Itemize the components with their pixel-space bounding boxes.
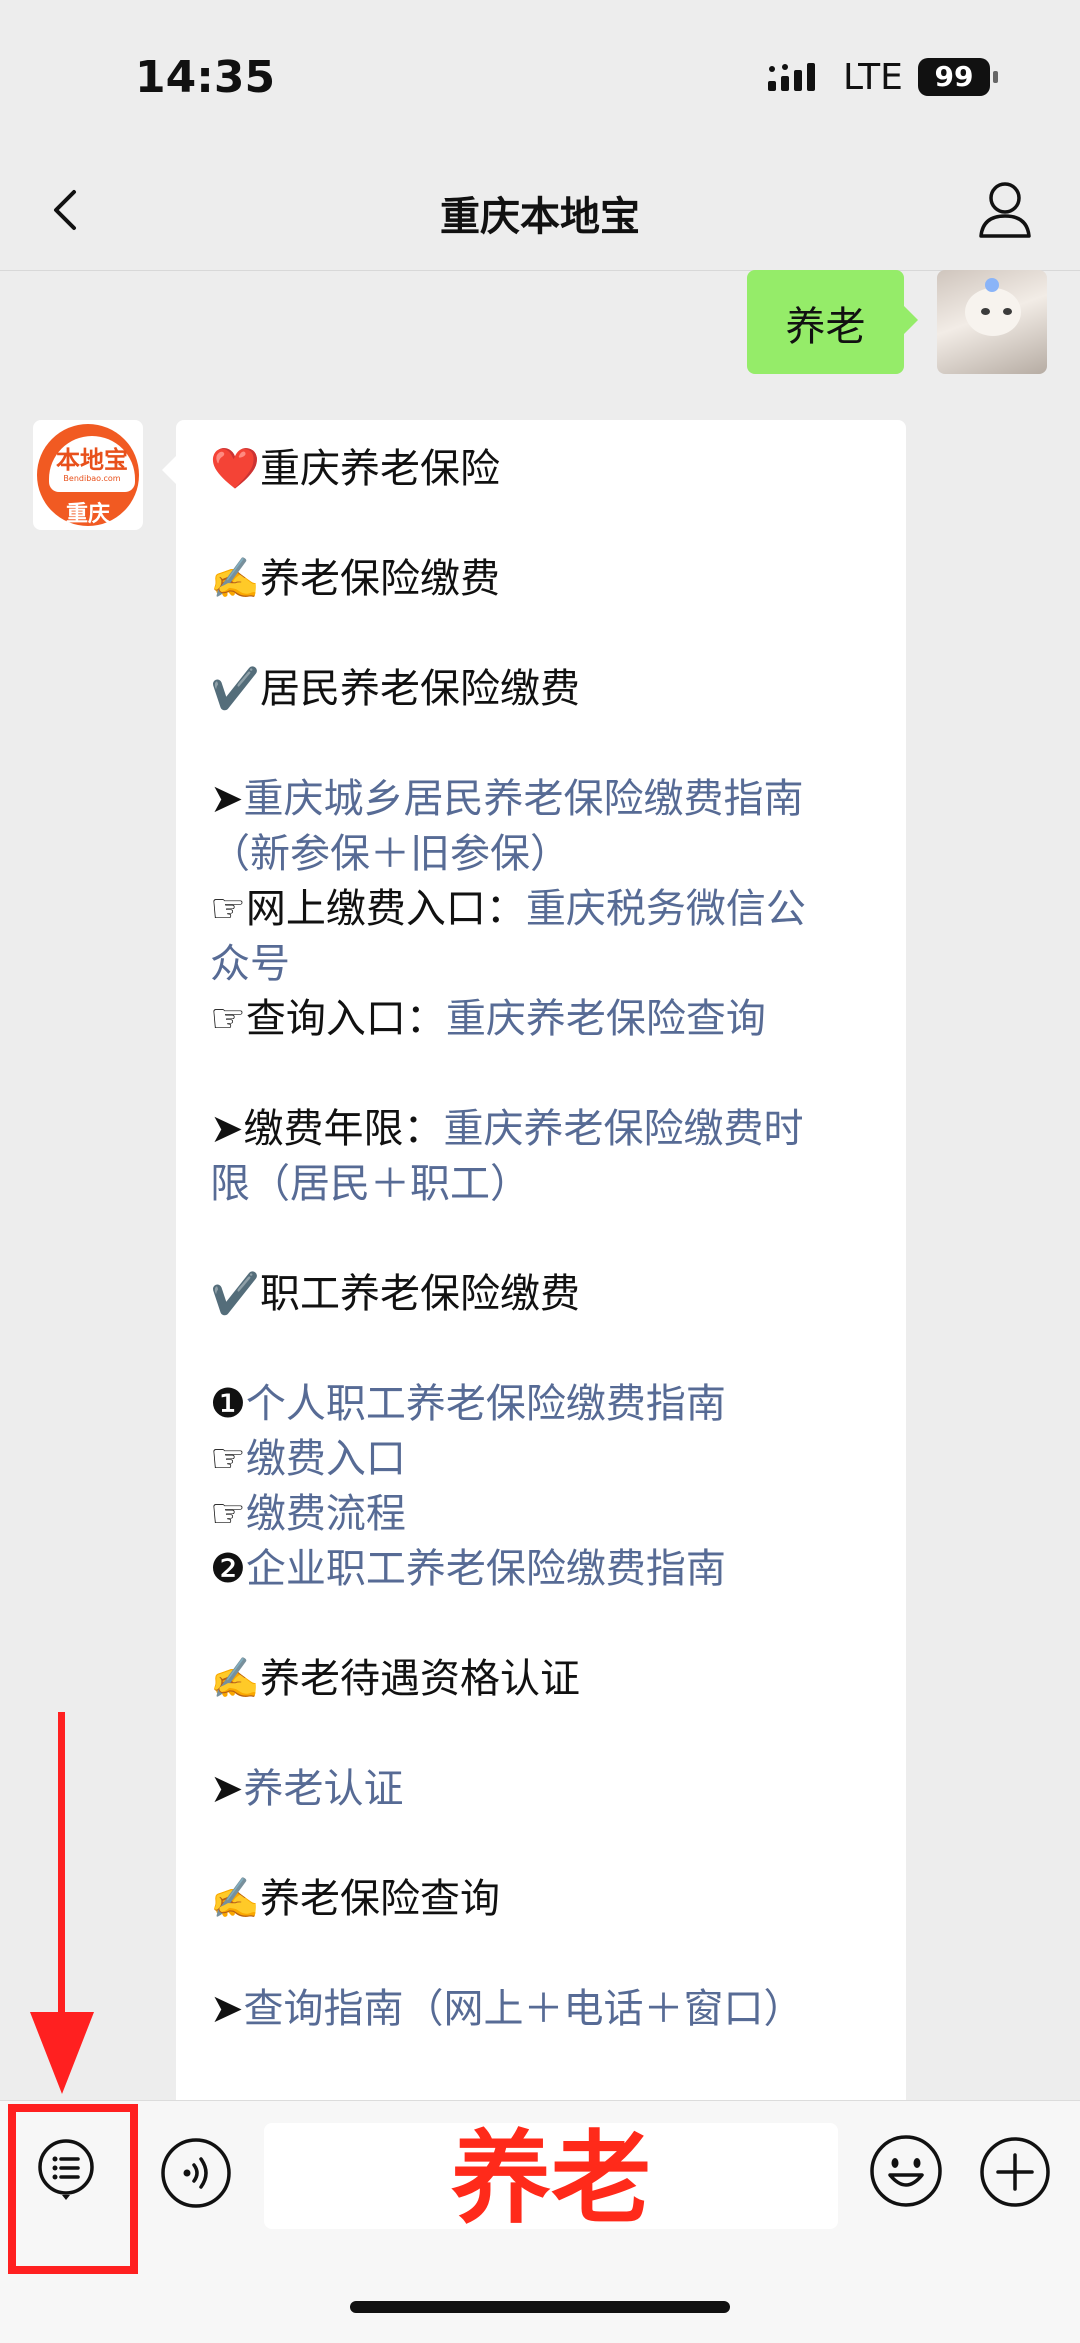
battery-level: 99 <box>918 58 990 96</box>
list-item: （新参保＋旧参保） <box>210 827 880 882</box>
arrow-bullet-icon: ➤ <box>210 1986 244 2032</box>
logo-brand: 本地宝 <box>56 446 128 474</box>
check-mark-icon: ✔️ <box>210 666 260 712</box>
outgoing-message-text: 养老 <box>785 304 866 350</box>
signal-icon <box>768 63 815 91</box>
chat-title: 重庆本地宝 <box>440 194 640 240</box>
smiley-icon[interactable] <box>868 2133 944 2209</box>
list-item: ❷企业职工养老保险缴费指南 <box>210 1542 880 1597</box>
writing-hand-icon: ✍️ <box>210 1876 260 1922</box>
link-enterprise-guide[interactable]: 企业职工养老保险缴费指南 <box>246 1546 726 1592</box>
logo-domain: Bendibao.com <box>63 474 121 483</box>
link-tax-wechat[interactable]: 重庆税务微信公 <box>526 886 806 932</box>
incoming-message[interactable]: ❤️重庆养老保险 ✍️养老保险缴费 ✔️居民养老保险缴费 ➤重庆城乡居民养老保险… <box>162 420 906 2120</box>
heart-icon: ❤️ <box>210 446 260 492</box>
avatar-eye <box>981 308 990 315</box>
pointing-hand-icon: ☞ <box>210 1436 246 1482</box>
writing-hand-icon: ✍️ <box>210 1656 260 1702</box>
link-resident-guide-cont[interactable]: （新参保＋旧参保） <box>210 831 570 877</box>
plus-icon[interactable] <box>978 2135 1052 2209</box>
input-text: 养老 <box>451 2120 651 2237</box>
avatar-eye <box>1003 308 1012 315</box>
pointing-hand-icon: ☞ <box>210 1491 246 1537</box>
link-pension-query[interactable]: 重庆养老保险查询 <box>446 996 766 1042</box>
list-item: ❶个人职工养老保险缴费指南 <box>210 1377 880 1432</box>
pointing-hand-icon: ☞ <box>210 996 246 1042</box>
section-certification: ✍️养老待遇资格认证 <box>210 1652 880 1707</box>
logo-city: 重庆 <box>65 502 110 527</box>
person-icon[interactable] <box>975 178 1035 242</box>
logo-ring: 本地宝 Bendibao.com 重庆 <box>37 424 139 527</box>
link-query-guide[interactable]: 查询指南（网上＋电话＋窗口） <box>244 1986 804 2032</box>
list-item: 众号 <box>210 937 880 992</box>
voice-icon[interactable] <box>160 2137 232 2209</box>
composer-bar: 养老 <box>0 2100 1080 2343</box>
link-tax-wechat-cont[interactable]: 众号 <box>210 941 290 987</box>
list-item: ➤缴费年限：重庆养老保险缴费时 <box>210 1106 804 1152</box>
line-heading: ❤️重庆养老保险 <box>210 442 880 497</box>
official-account-avatar[interactable]: 本地宝 Bendibao.com 重庆 <box>33 420 143 530</box>
section-payment: ✍️养老保险缴费 <box>210 552 880 607</box>
number-one-icon: ❶ <box>210 1381 246 1427</box>
subsection-resident: ✔️居民养老保险缴费 <box>210 662 880 717</box>
arrow-bullet-icon: ➤ <box>210 776 244 822</box>
annotation-arrow-icon <box>30 2012 94 2094</box>
list-item: ➤查询指南（网上＋电话＋窗口） <box>210 1982 880 2037</box>
section-query: ✍️养老保险查询 <box>210 1872 880 1927</box>
link-payment-entry[interactable]: 缴费入口 <box>246 1436 406 1482</box>
link-certification[interactable]: 养老认证 <box>244 1766 404 1812</box>
home-indicator <box>350 2301 730 2313</box>
battery-tip <box>993 71 998 83</box>
arrow-bullet-icon: ➤ <box>210 1106 244 1152</box>
message-input[interactable]: 养老 <box>264 2123 838 2229</box>
link-payment-period[interactable]: 重庆养老保险缴费时 <box>444 1106 804 1152</box>
annotation-highlight-box <box>8 2104 138 2274</box>
list-item: ☞缴费入口 <box>210 1432 880 1487</box>
status-time: 14:35 <box>135 52 276 103</box>
number-two-icon: ❷ <box>210 1546 246 1592</box>
writing-hand-icon: ✍️ <box>210 556 260 602</box>
link-individual-guide[interactable]: 个人职工养老保险缴费指南 <box>246 1381 726 1427</box>
message-content: ❤️重庆养老保险 ✍️养老保险缴费 ✔️居民养老保险缴费 ➤重庆城乡居民养老保险… <box>210 442 880 2037</box>
avatar-flower <box>985 278 999 292</box>
avatar-face <box>965 288 1021 336</box>
list-item: ☞缴费流程 <box>210 1487 880 1542</box>
list-item: ☞查询入口：重庆养老保险查询 <box>210 996 766 1042</box>
check-mark-icon: ✔️ <box>210 1271 260 1317</box>
my-avatar[interactable] <box>937 270 1047 374</box>
outgoing-message[interactable]: 养老 <box>747 270 918 374</box>
logo-inner: 本地宝 Bendibao.com <box>49 436 135 492</box>
network-type: LTE <box>843 57 903 98</box>
link-payment-period-cont[interactable]: 限（居民＋职工） <box>210 1161 530 1207</box>
chat-header: 重庆本地宝 <box>0 150 1080 271</box>
subsection-employee: ✔️职工养老保险缴费 <box>210 1267 880 1322</box>
list-item: ➤养老认证 <box>210 1762 880 1817</box>
status-bar: 14:35 LTE 99 <box>0 0 1080 150</box>
list-item: ☞网上缴费入口：重庆税务微信公 <box>210 886 806 932</box>
annotation-arrow-shaft <box>58 1712 65 2018</box>
link-payment-process[interactable]: 缴费流程 <box>246 1491 406 1537</box>
link-resident-guide[interactable]: 重庆城乡居民养老保险缴费指南 <box>244 776 804 822</box>
pointing-hand-icon: ☞ <box>210 886 246 932</box>
list-item: ➤重庆城乡居民养老保险缴费指南 <box>210 772 880 827</box>
list-item: 限（居民＋职工） <box>210 1157 880 1212</box>
arrow-bullet-icon: ➤ <box>210 1766 244 1812</box>
